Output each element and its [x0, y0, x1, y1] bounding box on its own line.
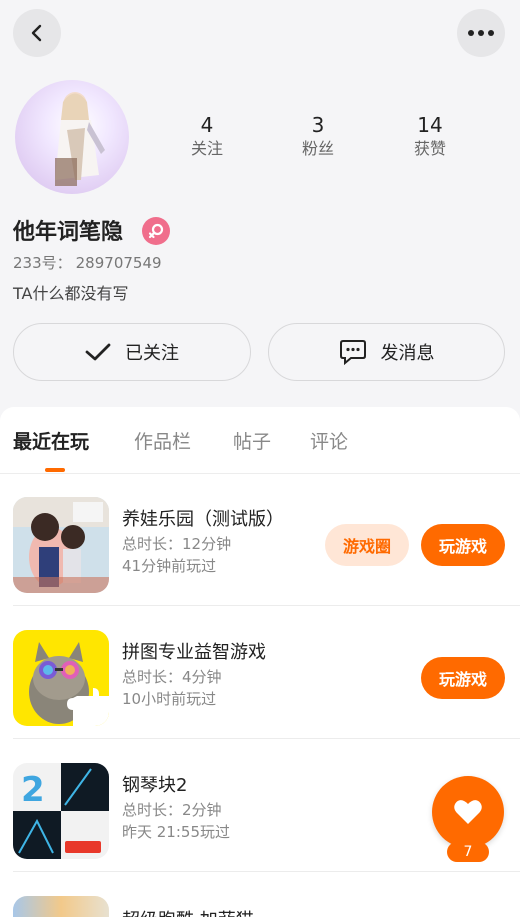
send-message-label: 发消息 — [380, 343, 435, 364]
game-circle-button[interactable]: 游戏圈 — [325, 524, 409, 566]
like-count-badge: 7 — [447, 842, 489, 862]
chat-bubble-icon — [339, 339, 367, 365]
followers-count: 3 — [311, 113, 325, 137]
gender-badge — [142, 217, 170, 245]
likes-label: 获赞 — [413, 139, 446, 158]
game-duration: 总时长：4分钟 — [122, 668, 222, 686]
more-horizontal-icon — [468, 30, 494, 36]
heart-icon — [454, 800, 482, 824]
check-icon — [85, 342, 111, 362]
game-name: 超级跑酷 加菲猫 — [122, 906, 254, 917]
user-id: 233号： 289707549 — [13, 252, 166, 273]
followed-label: 已关注 — [125, 343, 179, 364]
back-button[interactable] — [13, 9, 61, 57]
avatar[interactable] — [15, 80, 129, 194]
user-id-label: 233号： — [13, 254, 72, 272]
active-tab-indicator — [45, 468, 65, 472]
stat-followers[interactable]: 3 粉丝 — [278, 112, 358, 160]
following-label: 关注 — [190, 139, 223, 158]
game-last-played: 10小时前玩过 — [122, 690, 217, 708]
game-thumbnail — [13, 630, 109, 726]
likes-count: 14 — [417, 113, 443, 137]
tab-posts[interactable]: 帖子 — [233, 427, 271, 454]
tab-recently-played[interactable]: 最近在玩 — [13, 427, 89, 454]
game-name: 钢琴块2 — [122, 775, 188, 796]
following-count: 4 — [200, 113, 214, 137]
user-id-value: 289707549 — [75, 254, 162, 272]
row-divider — [13, 871, 520, 872]
game-row[interactable]: 拼图专业益智游戏 总时长：4分钟 10小时前玩过 玩游戏 — [0, 606, 520, 739]
female-icon — [148, 223, 164, 239]
tab-comments[interactable]: 评论 — [310, 427, 348, 454]
more-options-button[interactable] — [457, 9, 505, 57]
floating-like-button[interactable] — [432, 776, 504, 848]
game-thumbnail — [13, 497, 109, 593]
game-duration: 总时长：12分钟 — [122, 535, 232, 553]
game-last-played: 41分钟前玩过 — [122, 557, 217, 575]
stat-following[interactable]: 4 关注 — [167, 112, 247, 160]
stat-likes[interactable]: 14 获赞 — [390, 112, 470, 160]
bio: TA什么都没有写 — [13, 284, 129, 303]
play-game-button[interactable]: 玩游戏 — [421, 524, 505, 566]
game-thumbnail: 2 — [13, 763, 109, 859]
svg-text:2: 2 — [21, 770, 45, 810]
tab-works[interactable]: 作品栏 — [134, 427, 191, 454]
game-duration: 总时长：2分钟 — [122, 801, 222, 819]
game-last-played: 昨天 21:55玩过 — [122, 823, 230, 841]
game-name: 养娃乐园（测试版） — [122, 509, 284, 530]
avatar-figure — [55, 92, 105, 186]
tab-bar: 最近在玩 作品栏 帖子 评论 — [0, 407, 520, 474]
game-name: 拼图专业益智游戏 — [122, 642, 266, 663]
send-message-button[interactable]: 发消息 — [268, 323, 505, 381]
chevron-left-icon — [31, 24, 42, 42]
followed-button[interactable]: 已关注 — [13, 323, 251, 381]
followers-label: 粉丝 — [301, 139, 334, 158]
play-game-button[interactable]: 玩游戏 — [421, 657, 505, 699]
username: 他年词笔隐 — [13, 220, 124, 245]
game-thumbnail — [13, 896, 109, 917]
game-row[interactable]: 养娃乐园（测试版） 总时长：12分钟 41分钟前玩过 游戏圈 玩游戏 — [0, 473, 520, 606]
content-panel: 最近在玩 作品栏 帖子 评论 养娃乐园（测试版） 总时长：12分钟 41分钟前玩… — [0, 407, 520, 917]
